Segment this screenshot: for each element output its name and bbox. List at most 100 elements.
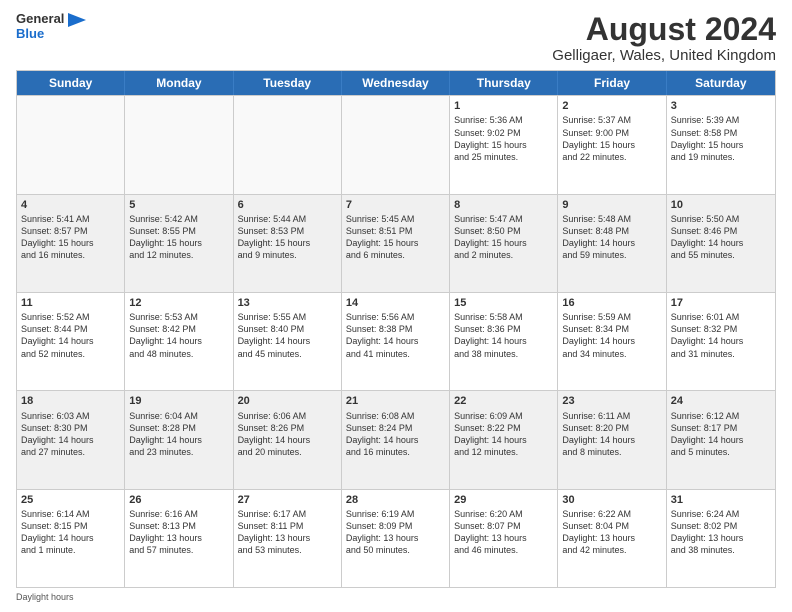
cell-text-1: Sunrise: 5:36 AM Sunset: 9:02 PM Dayligh…: [454, 114, 553, 163]
cal-cell-day-9: 9Sunrise: 5:48 AM Sunset: 8:48 PM Daylig…: [558, 195, 666, 292]
cell-text-13: Sunrise: 5:55 AM Sunset: 8:40 PM Dayligh…: [238, 311, 337, 360]
day-number-18: 18: [21, 394, 120, 408]
cal-cell-day-5: 5Sunrise: 5:42 AM Sunset: 8:55 PM Daylig…: [125, 195, 233, 292]
cell-text-26: Sunrise: 6:16 AM Sunset: 8:13 PM Dayligh…: [129, 508, 228, 557]
day-number-27: 27: [238, 493, 337, 507]
cal-week-4: 18 Sunrise: 6:03 AM Sunset: 8:30 PM Dayli…: [17, 390, 775, 488]
day-number-5: 5: [129, 198, 228, 212]
cal-cell-day-31: 31Sunrise: 6:24 AM Sunset: 8:02 PM Dayli…: [667, 490, 775, 587]
cal-cell-day-27: 27Sunrise: 6:17 AM Sunset: 8:11 PM Dayli…: [234, 490, 342, 587]
cell-text-30: Sunrise: 6:22 AM Sunset: 8:04 PM Dayligh…: [562, 508, 661, 557]
logo-arrow-icon: [68, 13, 86, 27]
cell-text-31: Sunrise: 6:24 AM Sunset: 8:02 PM Dayligh…: [671, 508, 771, 557]
calendar-header: SundayMondayTuesdayWednesdayThursdayFrid…: [17, 71, 775, 95]
day-number-20: 20: [238, 394, 337, 408]
cell-text-18: Sunrise: 6:03 AM Sunset: 8:30 PM Dayligh…: [21, 410, 120, 459]
footer-text: Daylight hours: [16, 592, 74, 602]
cal-week-2: 4Sunrise: 5:41 AM Sunset: 8:57 PM Daylig…: [17, 194, 775, 292]
day-number-15: 15: [454, 296, 553, 310]
day-number-6: 6: [238, 198, 337, 212]
cal-header-sunday: Sunday: [17, 71, 125, 95]
cell-text-29: Sunrise: 6:20 AM Sunset: 8:07 PM Dayligh…: [454, 508, 553, 557]
day-number-31: 31: [671, 493, 771, 507]
day-number-7: 7: [346, 198, 445, 212]
cal-cell-day-12: 12Sunrise: 5:53 AM Sunset: 8:42 PM Dayli…: [125, 293, 233, 390]
footer: Daylight hours: [16, 592, 776, 602]
cell-text-8: Sunrise: 5:47 AM Sunset: 8:50 PM Dayligh…: [454, 213, 553, 262]
cal-cell-day-24: 24 Sunrise: 6:12 AM Sunset: 8:17 PM Dayli…: [667, 391, 775, 488]
cal-week-1: 1Sunrise: 5:36 AM Sunset: 9:02 PM Daylig…: [17, 95, 775, 193]
cal-cell-day-20: 20 Sunrise: 6:06 AM Sunset: 8:26 PM Dayli…: [234, 391, 342, 488]
cal-cell-empty: [342, 96, 450, 193]
cell-text-12: Sunrise: 5:53 AM Sunset: 8:42 PM Dayligh…: [129, 311, 228, 360]
calendar: SundayMondayTuesdayWednesdayThursdayFrid…: [16, 70, 776, 588]
day-number-8: 8: [454, 198, 553, 212]
cal-cell-empty: [17, 96, 125, 193]
day-number-3: 3: [671, 99, 771, 113]
cal-cell-day-7: 7Sunrise: 5:45 AM Sunset: 8:51 PM Daylig…: [342, 195, 450, 292]
cal-cell-empty: [234, 96, 342, 193]
cal-header-monday: Monday: [125, 71, 233, 95]
cal-cell-day-11: 11Sunrise: 5:52 AM Sunset: 8:44 PM Dayli…: [17, 293, 125, 390]
cal-cell-day-16: 16Sunrise: 5:59 AM Sunset: 8:34 PM Dayli…: [558, 293, 666, 390]
cell-text-28: Sunrise: 6:19 AM Sunset: 8:09 PM Dayligh…: [346, 508, 445, 557]
cell-text-25: Sunrise: 6:14 AM Sunset: 8:15 PM Dayligh…: [21, 508, 120, 557]
cal-cell-day-10: 10Sunrise: 5:50 AM Sunset: 8:46 PM Dayli…: [667, 195, 775, 292]
cal-cell-day-26: 26Sunrise: 6:16 AM Sunset: 8:13 PM Dayli…: [125, 490, 233, 587]
cal-cell-day-25: 25Sunrise: 6:14 AM Sunset: 8:15 PM Dayli…: [17, 490, 125, 587]
cal-cell-day-21: 21 Sunrise: 6:08 AM Sunset: 8:24 PM Dayli…: [342, 391, 450, 488]
cal-cell-day-22: 22 Sunrise: 6:09 AM Sunset: 8:22 PM Dayli…: [450, 391, 558, 488]
cal-cell-day-14: 14Sunrise: 5:56 AM Sunset: 8:38 PM Dayli…: [342, 293, 450, 390]
cal-cell-day-29: 29Sunrise: 6:20 AM Sunset: 8:07 PM Dayli…: [450, 490, 558, 587]
day-number-28: 28: [346, 493, 445, 507]
cell-text-20: Sunrise: 6:06 AM Sunset: 8:26 PM Dayligh…: [238, 410, 337, 459]
cal-header-wednesday: Wednesday: [342, 71, 450, 95]
cal-cell-day-30: 30Sunrise: 6:22 AM Sunset: 8:04 PM Dayli…: [558, 490, 666, 587]
day-number-21: 21: [346, 394, 445, 408]
cell-text-3: Sunrise: 5:39 AM Sunset: 8:58 PM Dayligh…: [671, 114, 771, 163]
day-number-26: 26: [129, 493, 228, 507]
cell-text-22: Sunrise: 6:09 AM Sunset: 8:22 PM Dayligh…: [454, 410, 553, 459]
logo-blue: Blue: [16, 27, 86, 41]
day-number-13: 13: [238, 296, 337, 310]
logo: General Blue: [16, 12, 86, 41]
cell-text-21: Sunrise: 6:08 AM Sunset: 8:24 PM Dayligh…: [346, 410, 445, 459]
header: General Blue August 2024 Gelligaer, Wale…: [16, 12, 776, 64]
day-number-4: 4: [21, 198, 120, 212]
cal-cell-day-4: 4Sunrise: 5:41 AM Sunset: 8:57 PM Daylig…: [17, 195, 125, 292]
cell-text-17: Sunrise: 6:01 AM Sunset: 8:32 PM Dayligh…: [671, 311, 771, 360]
cal-cell-day-15: 15Sunrise: 5:58 AM Sunset: 8:36 PM Dayli…: [450, 293, 558, 390]
cell-text-9: Sunrise: 5:48 AM Sunset: 8:48 PM Dayligh…: [562, 213, 661, 262]
cal-cell-day-18: 18 Sunrise: 6:03 AM Sunset: 8:30 PM Dayli…: [17, 391, 125, 488]
day-number-25: 25: [21, 493, 120, 507]
day-number-1: 1: [454, 99, 553, 113]
day-number-23: 23: [562, 394, 661, 408]
cell-text-14: Sunrise: 5:56 AM Sunset: 8:38 PM Dayligh…: [346, 311, 445, 360]
cal-header-friday: Friday: [558, 71, 666, 95]
cal-cell-day-17: 17Sunrise: 6:01 AM Sunset: 8:32 PM Dayli…: [667, 293, 775, 390]
day-number-24: 24: [671, 394, 771, 408]
day-number-19: 19: [129, 394, 228, 408]
day-number-12: 12: [129, 296, 228, 310]
day-number-14: 14: [346, 296, 445, 310]
cal-header-saturday: Saturday: [667, 71, 775, 95]
cell-text-4: Sunrise: 5:41 AM Sunset: 8:57 PM Dayligh…: [21, 213, 120, 262]
day-number-17: 17: [671, 296, 771, 310]
cell-text-11: Sunrise: 5:52 AM Sunset: 8:44 PM Dayligh…: [21, 311, 120, 360]
cell-text-23: Sunrise: 6:11 AM Sunset: 8:20 PM Dayligh…: [562, 410, 661, 459]
cell-text-10: Sunrise: 5:50 AM Sunset: 8:46 PM Dayligh…: [671, 213, 771, 262]
cell-text-2: Sunrise: 5:37 AM Sunset: 9:00 PM Dayligh…: [562, 114, 661, 163]
day-number-2: 2: [562, 99, 661, 113]
cal-cell-day-2: 2Sunrise: 5:37 AM Sunset: 9:00 PM Daylig…: [558, 96, 666, 193]
subtitle: Gelligaer, Wales, United Kingdom: [552, 47, 776, 64]
cal-cell-day-1: 1Sunrise: 5:36 AM Sunset: 9:02 PM Daylig…: [450, 96, 558, 193]
day-number-29: 29: [454, 493, 553, 507]
cal-cell-day-3: 3Sunrise: 5:39 AM Sunset: 8:58 PM Daylig…: [667, 96, 775, 193]
cell-text-6: Sunrise: 5:44 AM Sunset: 8:53 PM Dayligh…: [238, 213, 337, 262]
cell-text-16: Sunrise: 5:59 AM Sunset: 8:34 PM Dayligh…: [562, 311, 661, 360]
day-number-22: 22: [454, 394, 553, 408]
cal-cell-day-28: 28Sunrise: 6:19 AM Sunset: 8:09 PM Dayli…: [342, 490, 450, 587]
cal-header-tuesday: Tuesday: [234, 71, 342, 95]
cal-header-thursday: Thursday: [450, 71, 558, 95]
cell-text-24: Sunrise: 6:12 AM Sunset: 8:17 PM Dayligh…: [671, 410, 771, 459]
